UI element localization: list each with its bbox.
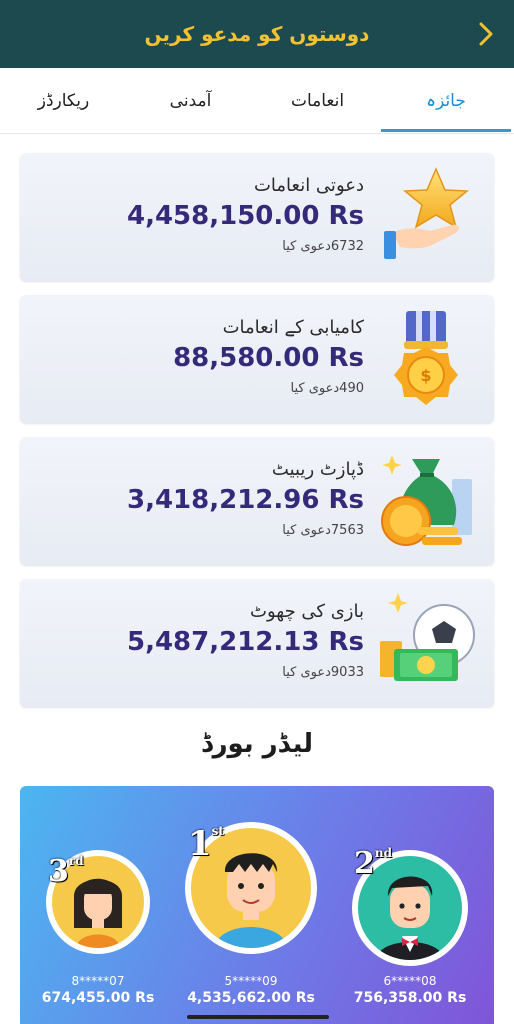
card-amount: 88,580.00 Rs <box>173 343 364 373</box>
leaderboard-user-second: 6*****08 <box>383 974 437 988</box>
reward-card-deposit[interactable]: ڈپازٹ ریبیٹ 3,418,212.96 Rs 7563دعوی کیا <box>20 437 494 565</box>
tab-records[interactable]: ریکارڈز <box>0 68 127 134</box>
leaderboard-user-first: 5*****09 <box>224 974 278 988</box>
medal-icon: $ <box>394 311 458 405</box>
leaderboard-prize-third: 674,455.00 Rs <box>41 990 155 1006</box>
leaderboard-panel: 3rd 1st 2nd 8*****07 674,455.00 Rs 5****… <box>20 786 494 1024</box>
tab-bar: جائزہ انعامات آمدنی ریکارڈز <box>0 68 514 134</box>
card-title: دعوتی انعامات <box>253 175 364 196</box>
card-claims: 490دعوی کیا <box>290 381 364 396</box>
rank-badge-third: 3rd <box>48 854 84 889</box>
card-claims: 6732دعوی کیا <box>282 239 364 254</box>
reward-card-betting[interactable]: بازی کی چھوٹ 5,487,212.13 Rs 9033دعوی کی… <box>20 579 494 707</box>
chevron-right-icon[interactable] <box>472 20 500 48</box>
rank-badge-second: 2nd <box>354 846 392 881</box>
svg-text:$: $ <box>420 366 431 385</box>
soccer-cash-icon <box>380 593 475 681</box>
leaderboard-prize-first: 4,535,662.00 Rs <box>187 990 315 1006</box>
app-header: دوستوں کو مدعو کریں <box>0 0 514 68</box>
tab-income[interactable]: آمدنی <box>127 68 254 134</box>
tab-overview[interactable]: جائزہ <box>381 68 511 134</box>
reward-card-invite[interactable]: دعوتی انعامات 4,458,150.00 Rs 6732دعوی ک… <box>20 153 494 281</box>
card-amount: 4,458,150.00 Rs <box>127 201 364 231</box>
tab-rewards[interactable]: انعامات <box>254 68 381 134</box>
reward-card-achievement[interactable]: کامیابی کے انعامات 88,580.00 Rs 490دعوی … <box>20 295 494 423</box>
card-amount: 5,487,212.13 Rs <box>127 627 364 657</box>
leaderboard-prize-second: 756,358.00 Rs <box>353 990 467 1006</box>
card-claims: 7563دعوی کیا <box>282 523 364 538</box>
home-indicator[interactable] <box>187 1015 329 1019</box>
page-title: دوستوں کو مدعو کریں <box>144 22 370 46</box>
star-hand-icon <box>384 167 469 259</box>
card-claims: 9033دعوی کیا <box>282 665 364 680</box>
card-amount: 3,418,212.96 Rs <box>127 485 364 515</box>
card-title: بازی کی چھوٹ <box>250 601 364 622</box>
card-title: کامیابی کے انعامات <box>222 317 364 338</box>
leaderboard-user-third: 8*****07 <box>71 974 125 988</box>
rank-badge-first: 1st <box>188 824 224 864</box>
leaderboard-title: لیڈر بورڈ <box>200 729 314 759</box>
card-title: ڈپازٹ ریبیٹ <box>271 459 364 480</box>
active-tab-indicator <box>381 129 511 132</box>
money-bag-icon <box>381 455 472 546</box>
